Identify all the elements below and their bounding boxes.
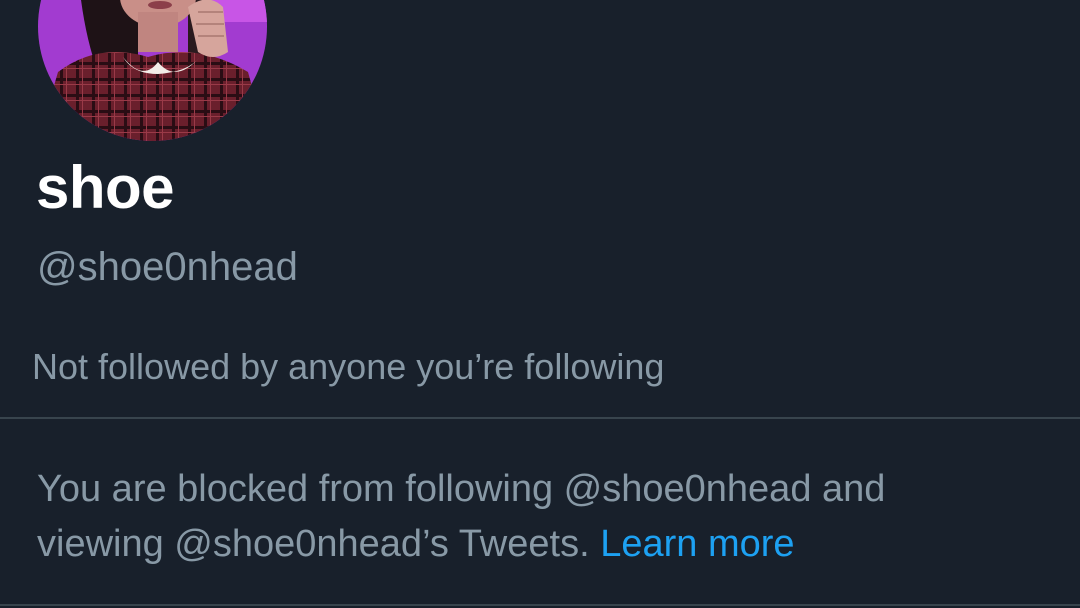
- blocked-notice: You are blocked from following @shoe0nhe…: [37, 462, 1047, 572]
- section-divider: [0, 417, 1080, 419]
- learn-more-link[interactable]: Learn more: [600, 523, 794, 565]
- display-name: shoe: [36, 154, 175, 221]
- profile-photo-icon: [38, 0, 267, 141]
- section-divider-bottom: [0, 604, 1080, 606]
- profile-handle: @shoe0nhead: [37, 245, 298, 289]
- profile-screen: shoe @shoe0nhead Not followed by anyone …: [0, 0, 1080, 608]
- blocked-notice-line1: You are blocked from following @shoe0nhe…: [37, 468, 886, 510]
- profile-avatar[interactable]: [38, 0, 267, 141]
- blocked-notice-line2: viewing @shoe0nhead’s Tweets.: [37, 523, 601, 565]
- followed-by-text: Not followed by anyone you’re following: [32, 346, 665, 387]
